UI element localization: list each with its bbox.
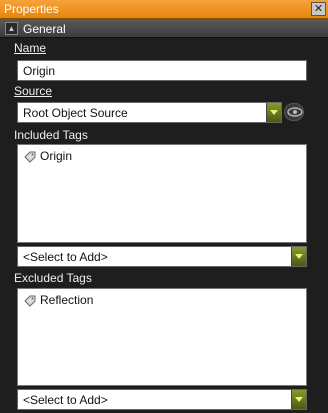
chevron-down-icon[interactable] [291, 247, 306, 266]
close-button[interactable]: ✕ [311, 2, 326, 16]
close-icon: ✕ [313, 3, 324, 15]
excluded-tags-label: Excluded Tags [14, 271, 92, 285]
source-dropdown[interactable]: Root Object Source [17, 102, 282, 123]
tag-icon [24, 151, 36, 163]
included-tags-add-dropdown[interactable]: <Select to Add> [17, 246, 307, 267]
source-selected-value: Root Object Source [23, 106, 128, 120]
window-title: Properties [4, 2, 59, 16]
add-placeholder: <Select to Add> [23, 393, 108, 407]
title-bar: Properties ✕ [0, 0, 328, 19]
collapse-icon: ▲ [7, 24, 16, 33]
section-label: General [23, 22, 66, 36]
eye-icon [287, 107, 303, 117]
included-tags-list[interactable]: Origin [17, 144, 307, 243]
list-item-label: Origin [40, 149, 73, 163]
source-label: Source [14, 84, 53, 98]
section-header-general[interactable]: ▲ General [0, 19, 328, 38]
list-item-label: Reflection [40, 293, 94, 307]
source-visibility-toggle[interactable] [284, 103, 304, 121]
tag-icon [24, 295, 36, 307]
excluded-tags-add-dropdown[interactable]: <Select to Add> [17, 389, 307, 410]
name-field[interactable]: Origin [17, 60, 307, 81]
chevron-down-icon[interactable] [291, 390, 306, 409]
name-label: Name [14, 41, 47, 55]
included-tags-label: Included Tags [14, 128, 88, 142]
collapse-button[interactable]: ▲ [5, 22, 18, 35]
properties-panel: Name Origin Source Root Object Source In… [0, 38, 328, 413]
add-placeholder: <Select to Add> [23, 250, 108, 264]
chevron-down-icon[interactable] [266, 103, 281, 122]
excluded-tags-list[interactable]: Reflection [17, 288, 307, 386]
